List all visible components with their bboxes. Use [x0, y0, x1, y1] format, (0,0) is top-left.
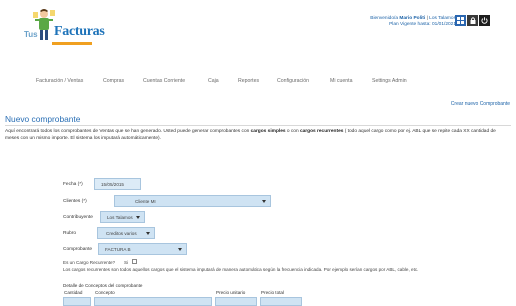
logo-underline [52, 42, 92, 45]
col-cantidad: Cantidad [64, 290, 83, 295]
fecha-input[interactable]: 15/05/2015 [94, 178, 141, 190]
desc-bold-simple: cargos simples [250, 129, 286, 134]
precio-unitario-input[interactable] [215, 297, 257, 306]
col-precio-unitario: Precio unitario [216, 290, 246, 295]
cantidad-input[interactable] [63, 297, 91, 306]
rubro-select[interactable]: Creditos varios [97, 227, 155, 239]
header-buttons [455, 15, 490, 26]
logout-button[interactable] [479, 15, 490, 26]
page-title: Nuevo comprobante [5, 114, 81, 124]
recurrente-label: Es un Cargo Recurrente? [63, 260, 116, 265]
details-title: Detalle de Conceptos del comprobante [63, 283, 143, 288]
desc-text-2: o con [285, 129, 300, 134]
comprobante-value: FACTURA B [105, 246, 131, 252]
app-logo[interactable]: Tus Facturas [22, 6, 105, 48]
nav-item-facturacion[interactable]: Facturación / Ventas [36, 78, 83, 84]
create-voucher-link[interactable]: Crear nuevo Comprobante [451, 101, 510, 107]
nav-item-mi-cuenta[interactable]: Mi cuenta [330, 78, 353, 84]
col-concepto: Concepto [95, 290, 115, 295]
nav-item-cuentas[interactable]: Cuentas Corriente [143, 78, 185, 84]
rubro-value: Creditos varios [106, 230, 137, 236]
user-name[interactable]: Mario Politi [399, 16, 425, 21]
recurrente-note: Los cargos recurrentes son todos aquello… [63, 267, 419, 272]
logo-prefix: Tus [24, 30, 38, 39]
user-info: Bienvenido/a Mario Politi | Los Talamos … [370, 16, 456, 29]
chevron-down-icon [146, 232, 150, 235]
comprobante-label: Comprobante [63, 247, 93, 252]
nav-item-settings-admin[interactable]: Settings Admin [372, 78, 407, 84]
clientes-label: Clientes (*) [63, 199, 87, 204]
contribuyente-label: Contribuyente [63, 215, 93, 220]
recurrente-si-label: Si [124, 260, 129, 265]
user-separator: | [426, 16, 428, 21]
clientes-value: Cliente MI [135, 198, 156, 204]
logo-name: Facturas [54, 24, 105, 39]
page-description: Aquí encontrará todos los comprobantes d… [5, 129, 511, 142]
recurrente-checkbox[interactable] [132, 259, 137, 264]
desc-bold-recurrent: cargos recurrentes [299, 129, 344, 134]
lock-icon [470, 17, 475, 24]
plan-date: 01/01/2021 [431, 22, 456, 28]
chevron-down-icon [136, 216, 140, 219]
chevron-down-icon [178, 248, 182, 251]
power-icon [481, 17, 488, 24]
nav-item-caja[interactable]: Caja [208, 78, 219, 84]
grid-button[interactable] [455, 15, 466, 26]
nav-item-reportes[interactable]: Reportes [238, 78, 259, 84]
company-name[interactable]: Los Talamos [429, 16, 456, 21]
main-nav: Facturación / Ventas Compras Cuentas Cor… [0, 78, 516, 88]
concepto-input[interactable] [94, 297, 212, 306]
clientes-select[interactable]: Cliente MI [114, 195, 271, 207]
chevron-down-icon [262, 200, 266, 203]
nav-item-configuracion[interactable]: Configuración [277, 78, 309, 84]
grid-icon [457, 17, 464, 24]
title-divider [5, 125, 511, 126]
rubro-label: Rubro [63, 231, 77, 236]
comprobante-select[interactable]: FACTURA B [98, 243, 187, 255]
precio-total-input[interactable] [260, 297, 302, 306]
col-precio-total: Precio total [261, 290, 284, 295]
plan-prefix: Plan Vigente hasta: [389, 22, 431, 28]
contribuyente-select[interactable]: Los Talamos [100, 211, 145, 223]
nav-item-compras[interactable]: Compras [103, 78, 124, 84]
greeting-prefix: Bienvenido/a [370, 16, 399, 21]
fecha-label: Fecha (*) [63, 182, 83, 187]
fecha-value: 15/05/2015 [101, 181, 124, 187]
contribuyente-value: Los Talamos [107, 214, 133, 220]
lock-button[interactable] [467, 15, 478, 26]
desc-text-1: Aquí encontrará todos los comprobantes d… [5, 129, 251, 134]
